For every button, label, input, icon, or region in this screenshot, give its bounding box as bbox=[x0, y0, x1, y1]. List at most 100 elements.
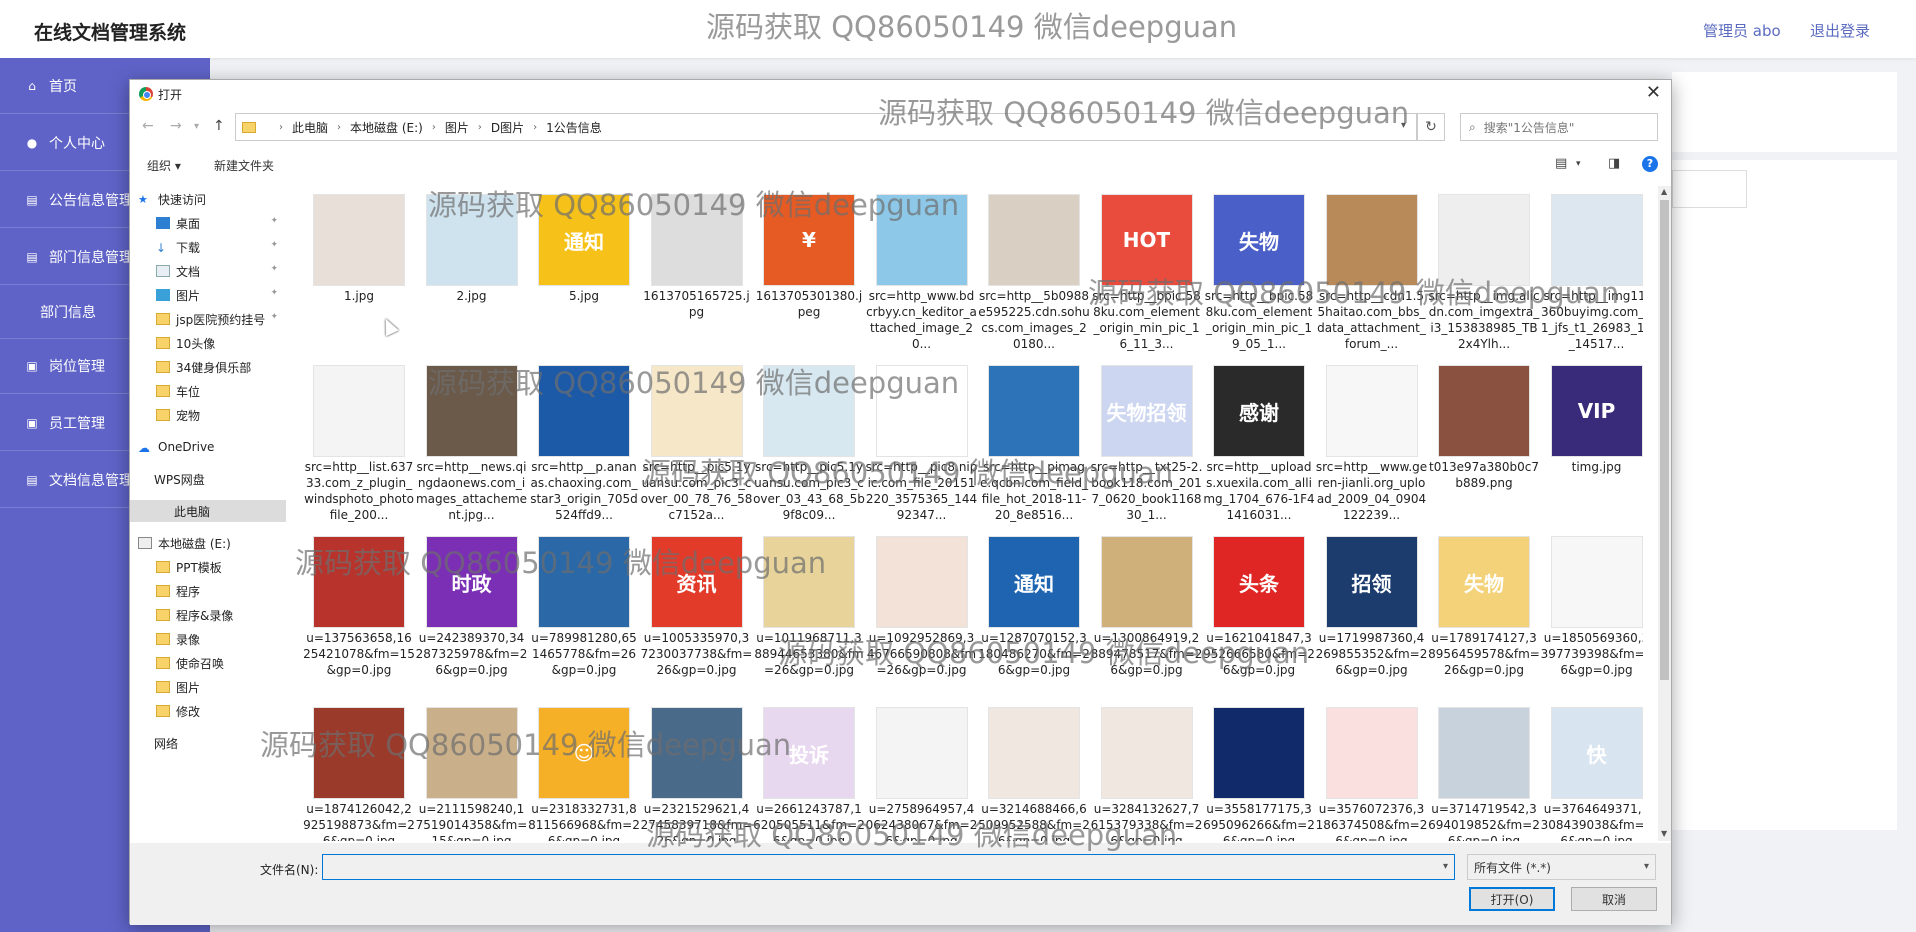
breadcrumb-item[interactable]: 图片 bbox=[445, 119, 469, 136]
breadcrumb-item[interactable]: 1公告信息 bbox=[546, 119, 602, 136]
new-folder-button[interactable]: 新建文件夹 bbox=[214, 157, 274, 174]
nav-item[interactable]: ↓ 下载 ✦ bbox=[130, 236, 286, 258]
file-item[interactable]: src=http__5b0988e595225.cdn.sohucs.com_i… bbox=[973, 190, 1090, 358]
folder-icon bbox=[156, 585, 170, 597]
nav-item-label: 车位 bbox=[176, 384, 201, 399]
nav-item[interactable]: 车位 bbox=[130, 380, 286, 402]
nav-item[interactable]: jsp医院预约挂号 ✦ bbox=[130, 308, 286, 330]
file-name: u=1005335970,37230037738&fm=26&gp=0.jpg bbox=[640, 631, 753, 677]
nav-item[interactable]: PPT模板 bbox=[130, 556, 286, 578]
file-item[interactable]: t013e97a380b0c7b889.png bbox=[1423, 361, 1539, 529]
file-item[interactable]: u=1300864919,2889478517&fm=26&gp=0.jpg bbox=[1086, 532, 1202, 700]
file-item[interactable]: src=http__www.geren-jianli.org_upload_20… bbox=[1311, 361, 1427, 529]
cancel-button[interactable]: 取消 bbox=[1571, 887, 1657, 911]
scroll-up-icon[interactable]: ▲ bbox=[1661, 187, 1667, 196]
nav-item[interactable]: 此电脑 bbox=[130, 500, 286, 522]
admin-user-link[interactable]: 管理员 abo bbox=[1703, 20, 1781, 41]
nav-item[interactable]: 34健身俱乐部 bbox=[130, 356, 286, 378]
file-thumbnail: 感谢 bbox=[1213, 365, 1305, 457]
chevron-down-icon[interactable]: ▾ bbox=[1443, 861, 1448, 872]
chevron-down-icon[interactable]: ▾ bbox=[1576, 159, 1581, 169]
breadcrumb-item[interactable]: 本地磁盘 (E:) bbox=[350, 119, 423, 136]
help-icon[interactable]: ? bbox=[1642, 156, 1658, 172]
sidebar-item-label: 部门信息 bbox=[40, 305, 96, 321]
file-item[interactable]: src=http__pimage.qcbn.com_field_file_hot… bbox=[973, 361, 1088, 529]
scroll-thumb[interactable] bbox=[1660, 200, 1669, 680]
close-icon[interactable]: ✕ bbox=[1646, 82, 1661, 103]
search-input[interactable]: ⌕ 搜索"1公告信息" bbox=[1460, 113, 1658, 141]
view-options-icon[interactable]: ▤ bbox=[1555, 156, 1567, 171]
thumbnail-text: VIP bbox=[1577, 399, 1616, 423]
file-item[interactable]: 通知 u=1287070152,3180486270&fm=26&gp=0.jpg bbox=[973, 532, 1090, 700]
file-thumbnail: 通知 bbox=[988, 536, 1080, 628]
nav-item-label: 使命召唤 bbox=[176, 656, 225, 671]
nav-item[interactable]: ☁ OneDrive bbox=[130, 436, 286, 458]
drive-icon bbox=[138, 537, 152, 549]
organize-button[interactable]: 组织 ▾ bbox=[147, 157, 181, 174]
nav-item[interactable]: WPS网盘 bbox=[130, 468, 286, 490]
nav-item[interactable]: 图片 bbox=[130, 676, 286, 698]
breadcrumb-item[interactable]: 此电脑 bbox=[292, 119, 328, 136]
file-thumbnail: VIP bbox=[1550, 365, 1643, 457]
back-arrow-icon[interactable]: ← bbox=[142, 118, 154, 134]
nav-item[interactable]: 修改 bbox=[130, 700, 286, 722]
app-title: 在线文档管理系统 bbox=[34, 22, 187, 44]
filetype-select[interactable]: 所有文件 (*.*) ▾ bbox=[1467, 854, 1656, 880]
logout-link[interactable]: 退出登录 bbox=[1810, 20, 1870, 41]
nav-item[interactable]: 10头像 bbox=[130, 332, 286, 354]
file-item[interactable]: 快 u=3764649371,1308439038&fm=26&gp=0.jpg bbox=[1536, 703, 1643, 841]
file-item[interactable]: 招领 u=1719987360,4269855352&fm=26&gp=0.jpg bbox=[1311, 532, 1427, 700]
file-item[interactable]: src=http__list.63733.com_z_plugin_windsp… bbox=[298, 361, 414, 529]
user-icon: ● bbox=[26, 135, 38, 150]
nav-item[interactable]: 宠物 bbox=[130, 404, 286, 426]
nav-item[interactable]: 程序 bbox=[130, 580, 286, 602]
open-button[interactable]: 打开(O) bbox=[1469, 887, 1555, 911]
file-thumbnail bbox=[1438, 365, 1530, 457]
file-item[interactable]: u=1850569360,3397739398&fm=26&gp=0.jpg bbox=[1536, 532, 1643, 700]
recent-dropdown-icon[interactable]: ▾ bbox=[194, 121, 199, 132]
chevron-down-icon: ▾ bbox=[1643, 861, 1649, 872]
file-item[interactable]: 失物 u=1789174127,38956459578&fm=26&gp=0.jp… bbox=[1423, 532, 1540, 700]
dialog-title: 打开 bbox=[158, 88, 183, 102]
nav-item-label: 宠物 bbox=[176, 408, 201, 423]
breadcrumb-item[interactable]: D图片 bbox=[491, 119, 524, 136]
file-thumbnail: 失物招领 bbox=[1100, 365, 1193, 457]
filename-input[interactable]: ▾ bbox=[322, 854, 1455, 880]
file-item[interactable]: u=3576072376,3186374508&fm=26&gp=0.jpg bbox=[1311, 703, 1427, 841]
nav-item[interactable]: 文档 ✦ bbox=[130, 260, 286, 282]
home-icon: ⌂ bbox=[28, 78, 36, 93]
nav-item-label: WPS网盘 bbox=[154, 472, 205, 487]
thumbnail-text: 失物 bbox=[1239, 229, 1279, 254]
scroll-down-icon[interactable]: ▼ bbox=[1661, 829, 1667, 838]
watermark: 源码获取 QQ86050149 微信deepguan bbox=[1088, 276, 1620, 310]
nav-item[interactable]: 程序&录像 bbox=[130, 604, 286, 626]
file-item[interactable]: 头条 u=1621041847,3952666580&fm=26&gp=0.jpg bbox=[1198, 532, 1315, 700]
file-name: u=1789174127,38956459578&fm=26&gp=0.jpg bbox=[1428, 631, 1540, 677]
refresh-button[interactable]: ↻ bbox=[1417, 113, 1445, 141]
vertical-scrollbar[interactable]: ▲ ▼ bbox=[1658, 186, 1671, 841]
nav-item[interactable]: 录像 bbox=[130, 628, 286, 650]
chevron-right-icon: › bbox=[279, 121, 283, 133]
file-item[interactable]: VIP timg.jpg bbox=[1536, 361, 1643, 529]
file-item[interactable]: 感谢 src=http__uploads.xuexila.com_allimg_1… bbox=[1198, 361, 1315, 529]
file-item[interactable]: 失物招领 src=http__txt25-2.book118.com_2017_0… bbox=[1086, 361, 1202, 529]
file-item[interactable]: u=1092952869,346766590808&fm=26&gp=0.jpg bbox=[861, 532, 976, 700]
nav-item-label: 程序 bbox=[176, 584, 201, 599]
nav-item[interactable]: 图片 ✦ bbox=[130, 284, 286, 306]
file-thumbnail bbox=[988, 194, 1080, 286]
nav-item[interactable]: 使命召唤 bbox=[130, 652, 286, 674]
file-item[interactable]: u=3714719542,3694019852&fm=26&gp=0.jpg bbox=[1423, 703, 1540, 841]
file-item[interactable]: u=3558177175,3695096266&fm=26&gp=0.jpg bbox=[1198, 703, 1315, 841]
preview-pane-icon[interactable]: ◨ bbox=[1608, 156, 1620, 171]
nav-item[interactable]: 本地磁盘 (E:) bbox=[130, 532, 286, 554]
forward-arrow-icon[interactable]: → bbox=[170, 118, 182, 134]
content-search-input[interactable] bbox=[1672, 170, 1747, 208]
file-name: u=1850569360,3397739398&fm=26&gp=0.jpg bbox=[1540, 631, 1643, 677]
folder-icon bbox=[156, 561, 170, 573]
thumbnail-text: ¥ bbox=[802, 228, 816, 252]
nav-item[interactable]: ★ 快速访问 bbox=[130, 188, 286, 210]
watermark: 源码获取 QQ86050149 微信deepguan bbox=[642, 456, 1174, 490]
nav-item[interactable]: 桌面 ✦ bbox=[130, 212, 286, 234]
up-arrow-icon[interactable]: ↑ bbox=[213, 118, 225, 134]
content-panel bbox=[1672, 160, 1897, 830]
